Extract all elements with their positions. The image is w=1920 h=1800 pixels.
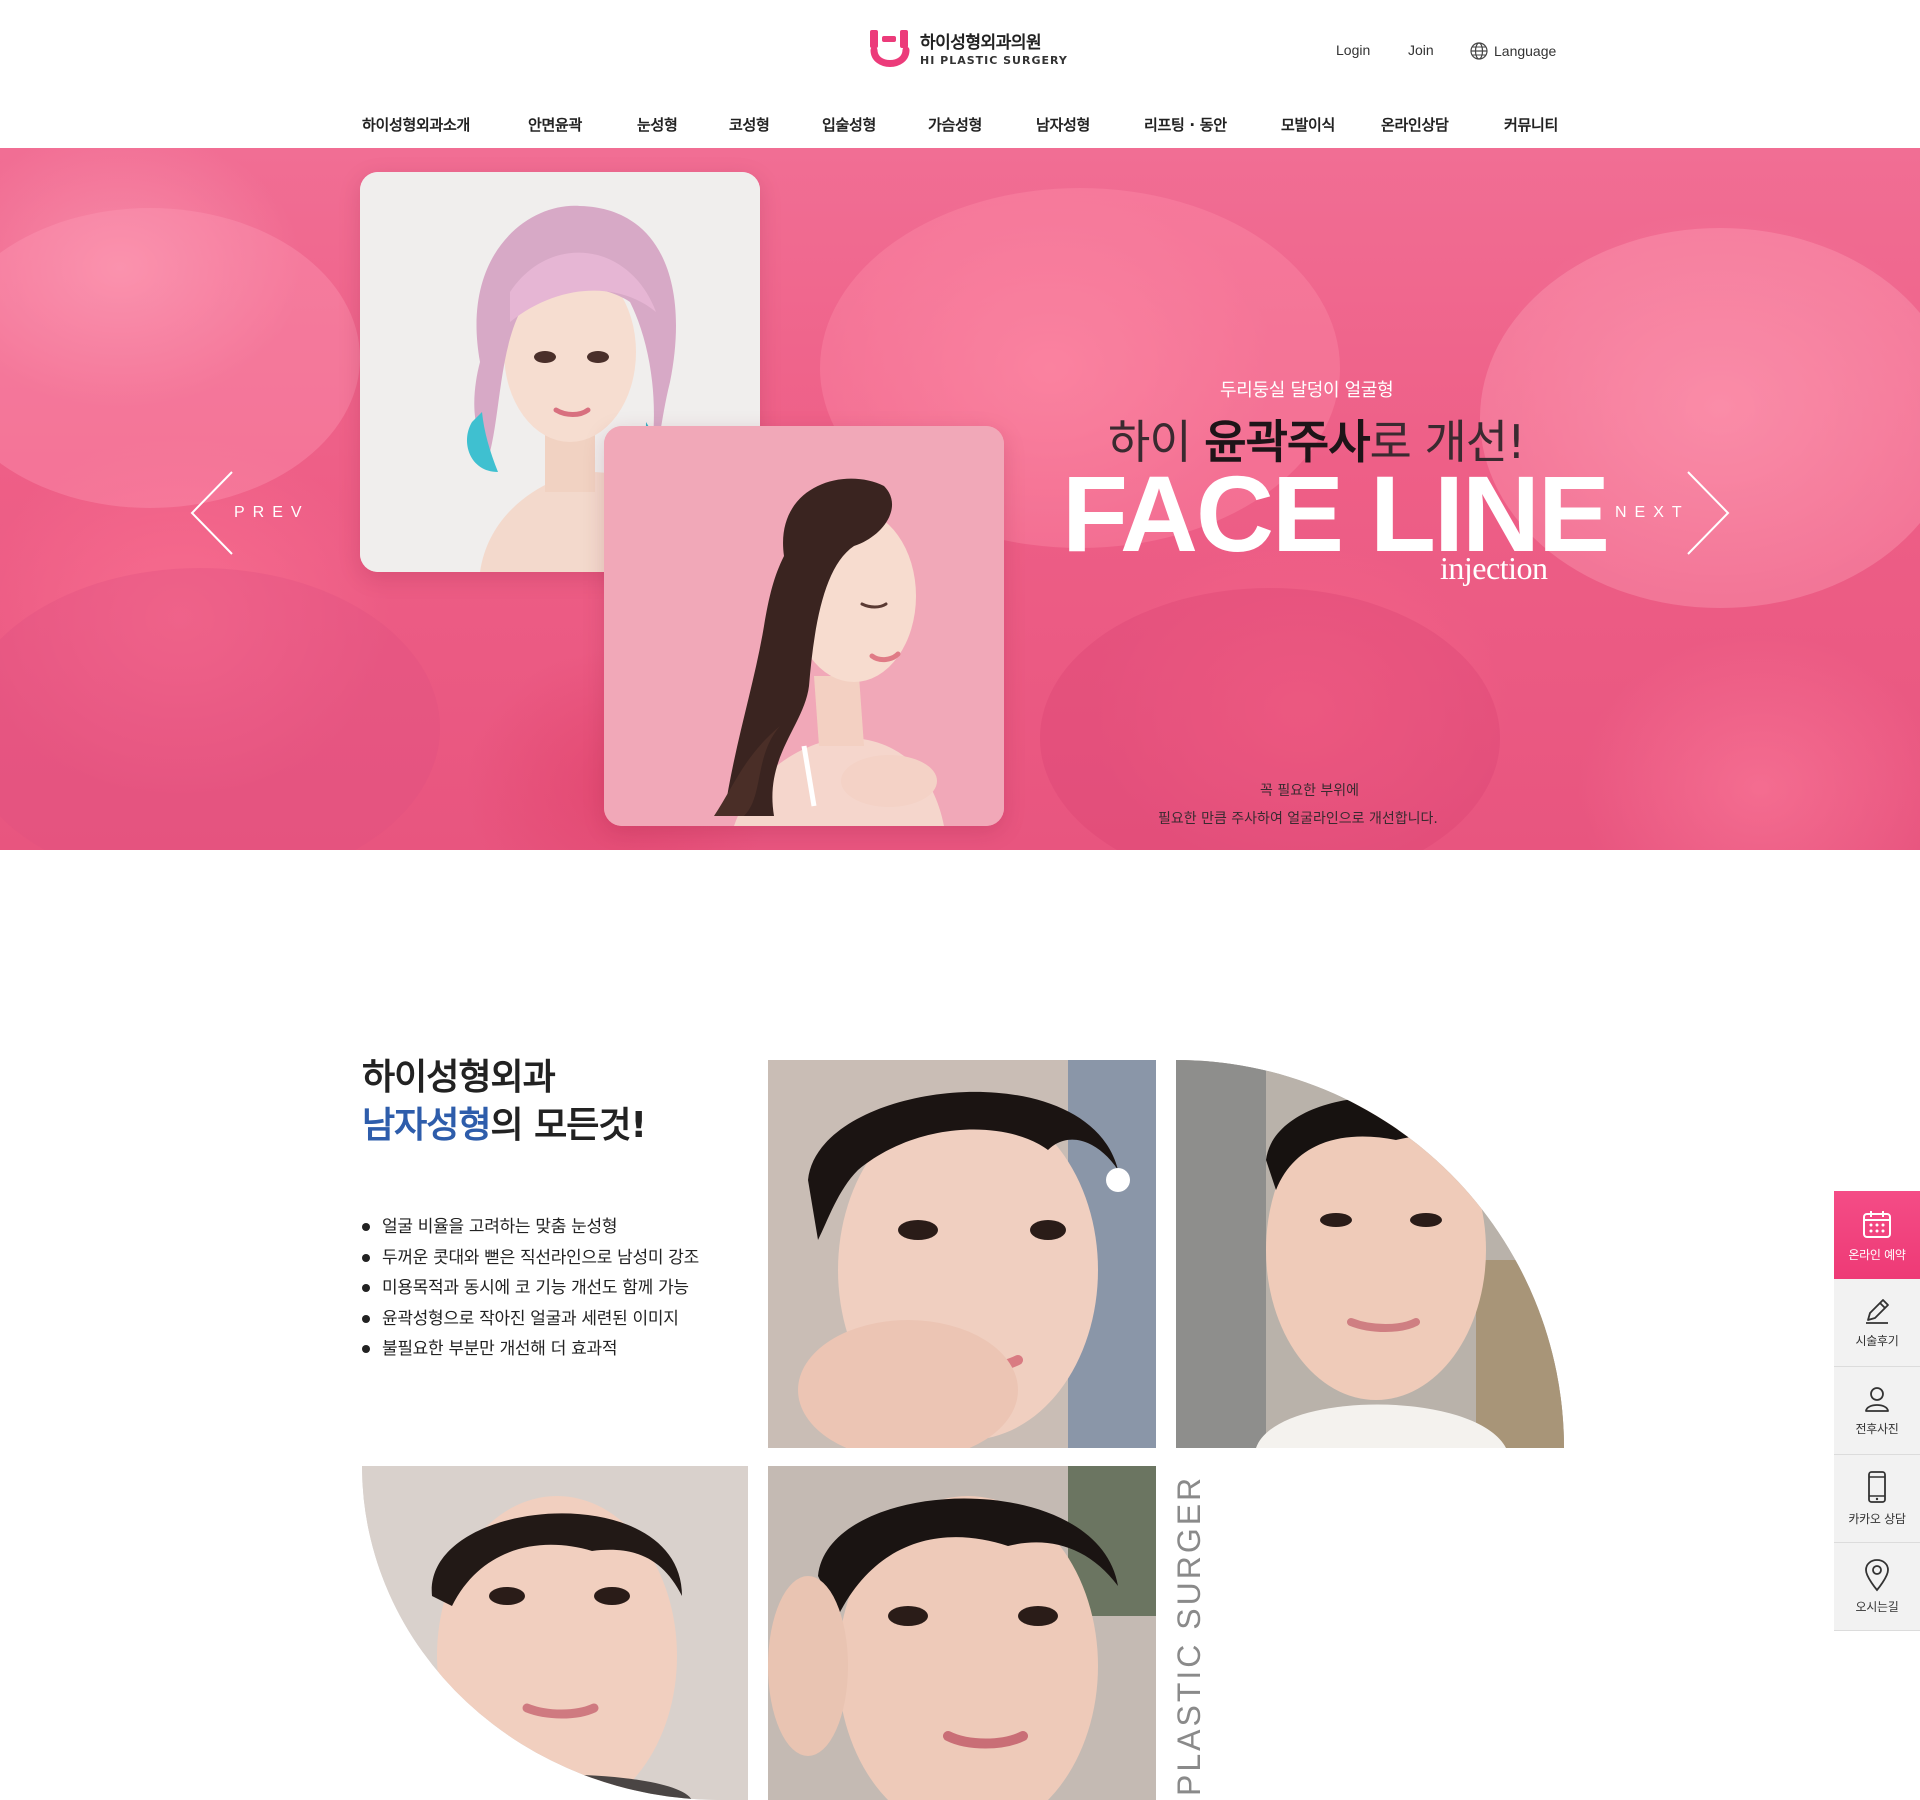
nav-item-men[interactable]: 남자성형	[1036, 114, 1090, 135]
nav-item-nose[interactable]: 코성형	[729, 114, 770, 135]
hero-description-line2: 필요한 만큼 주사하여 얼굴라인으로 개선합니다.	[1158, 811, 1438, 827]
site-logo[interactable]: 하이성형외과의원 HI PLASTIC SURGERY	[870, 28, 1068, 74]
men-section-title: 하이성형외과 남자성형의 모든것!	[362, 1054, 647, 1150]
list-item-text: 두꺼운 콧대와 뻗은 직선라인으로 남성미 강조	[382, 1247, 699, 1268]
list-item-text: 윤곽성형으로 작아진 얼굴과 세련된 이미지	[382, 1308, 679, 1329]
male-model-photo-3	[362, 1466, 748, 1800]
male-portrait-image	[1176, 1060, 1564, 1448]
male-portrait-image	[768, 1060, 1156, 1448]
logo-korean: 하이성형외과의원	[920, 33, 1042, 53]
men-title-line1: 하이성형외과	[362, 1057, 556, 1098]
nav-item-hair[interactable]: 모발이식	[1281, 114, 1335, 135]
vertical-label: PLASTIC SURGERY	[1171, 1476, 1207, 1796]
main-navigation: 하이성형외과소개 안면윤곽 눈성형 코성형 입술성형 가슴성형 남자성형 리프팅…	[0, 114, 1920, 136]
nav-item-lifting[interactable]: 리프팅 · 동안	[1144, 114, 1227, 135]
nav-item-lip[interactable]: 입술성형	[822, 114, 876, 135]
language-selector[interactable]: Language	[1470, 42, 1556, 60]
quick-item-label: 카카오 상담	[1848, 1512, 1906, 1526]
hero-banner: 두리둥실 달덩이 얼굴형 하이 윤곽주사로 개선! FACE LINE inje…	[0, 148, 1920, 850]
model-photo-2	[604, 426, 1004, 826]
slider-next-label: NEXT	[1615, 504, 1690, 521]
male-model-photo-1	[768, 1060, 1156, 1448]
bullet-icon	[362, 1345, 370, 1354]
calendar-icon	[1863, 1210, 1891, 1238]
plastic-surgery-vertical-text: PLASTIC SURGERY	[1171, 1476, 1207, 1796]
quick-kakao-consult[interactable]: 카카오 상담	[1834, 1455, 1920, 1543]
list-item-text: 얼굴 비율을 고려하는 맞춤 눈성형	[382, 1217, 618, 1237]
slider-prev-label: PREV	[234, 504, 310, 521]
list-item-text: 미용목적과 동시에 코 기능 개선도 함께 가능	[382, 1278, 689, 1298]
list-item-text: 불필요한 부분만 개선해 더 효과적	[382, 1339, 618, 1359]
logo-english: HI PLASTIC SURGERY	[920, 54, 1068, 67]
list-item: 두꺼운 콧대와 뻗은 직선라인으로 남성미 강조	[362, 1243, 699, 1274]
quick-before-after[interactable]: 전후사진	[1834, 1367, 1920, 1455]
user-icon	[1865, 1387, 1889, 1412]
quick-item-label: 온라인 예약	[1848, 1247, 1906, 1262]
nav-item-facial-contour[interactable]: 안면윤곽	[528, 114, 582, 135]
list-item: 얼굴 비율을 고려하는 맞춤 눈성형	[362, 1212, 699, 1243]
nav-item-breast[interactable]: 가슴성형	[928, 114, 982, 135]
map-pin-icon	[1865, 1559, 1889, 1592]
chevron-left-icon	[190, 471, 233, 555]
globe-icon	[1470, 42, 1488, 60]
quick-directions[interactable]: 오시는길	[1834, 1543, 1920, 1631]
men-benefits-list: 얼굴 비율을 고려하는 맞춤 눈성형 두꺼운 콧대와 뻗은 직선라인으로 남성미…	[362, 1212, 699, 1365]
quick-item-label: 오시는길	[1855, 1600, 1899, 1614]
list-item: 윤곽성형으로 작아진 얼굴과 세련된 이미지	[362, 1304, 699, 1335]
men-title-accent: 남자성형	[362, 1105, 491, 1146]
male-model-photo-2	[1176, 1060, 1564, 1448]
bullet-icon	[362, 1284, 370, 1293]
peony-petal-decoration	[0, 568, 440, 850]
join-link[interactable]: Join	[1408, 42, 1434, 58]
quick-menu: 온라인 예약 시술후기 전후사진 카카오 상담 오시는길	[1834, 1191, 1920, 1631]
model-profile-image	[604, 426, 1004, 826]
slider-prev-button[interactable]: PREV	[188, 470, 302, 556]
quick-item-label: 시술후기	[1855, 1334, 1899, 1348]
bullet-icon	[362, 1314, 370, 1323]
male-model-photo-4	[768, 1466, 1156, 1800]
nav-item-about[interactable]: 하이성형외과소개	[362, 114, 470, 135]
list-item: 미용목적과 동시에 코 기능 개선도 함께 가능	[362, 1273, 699, 1304]
peony-petal-decoration	[0, 208, 360, 508]
male-portrait-image	[768, 1466, 1156, 1800]
nav-item-community[interactable]: 커뮤니티	[1504, 114, 1558, 135]
hero-description-line1: 꼭 필요한 부위에	[1260, 783, 1360, 799]
quick-review[interactable]: 시술후기	[1834, 1279, 1920, 1367]
pencil-icon	[1866, 1299, 1889, 1324]
logo-mark-icon	[870, 28, 912, 74]
list-item: 불필요한 부분만 개선해 더 효과적	[362, 1334, 699, 1365]
men-title-rest: 의 모든것!	[490, 1105, 646, 1146]
male-portrait-image	[362, 1466, 748, 1800]
hero-title-sub: injection	[1440, 550, 1548, 586]
nav-item-eye[interactable]: 눈성형	[637, 114, 678, 135]
bullet-icon	[362, 1253, 370, 1262]
logo-text: 하이성형외과의원 HI PLASTIC SURGERY	[920, 33, 1068, 69]
hero-subtitle: 두리둥실 달덩이 얼굴형	[1220, 380, 1394, 401]
smartphone-icon	[1868, 1471, 1886, 1503]
slider-next-button[interactable]: NEXT	[1612, 470, 1732, 556]
site-header: 하이성형외과의원 HI PLASTIC SURGERY Login Join L…	[0, 0, 1920, 148]
bullet-icon	[362, 1223, 370, 1232]
login-link[interactable]: Login	[1336, 42, 1370, 58]
chevron-right-icon	[1687, 471, 1730, 555]
language-label: Language	[1494, 43, 1557, 59]
quick-online-reservation[interactable]: 온라인 예약	[1834, 1191, 1920, 1279]
nav-item-consult[interactable]: 온라인상담	[1381, 114, 1449, 135]
quick-item-label: 전후사진	[1855, 1422, 1899, 1436]
